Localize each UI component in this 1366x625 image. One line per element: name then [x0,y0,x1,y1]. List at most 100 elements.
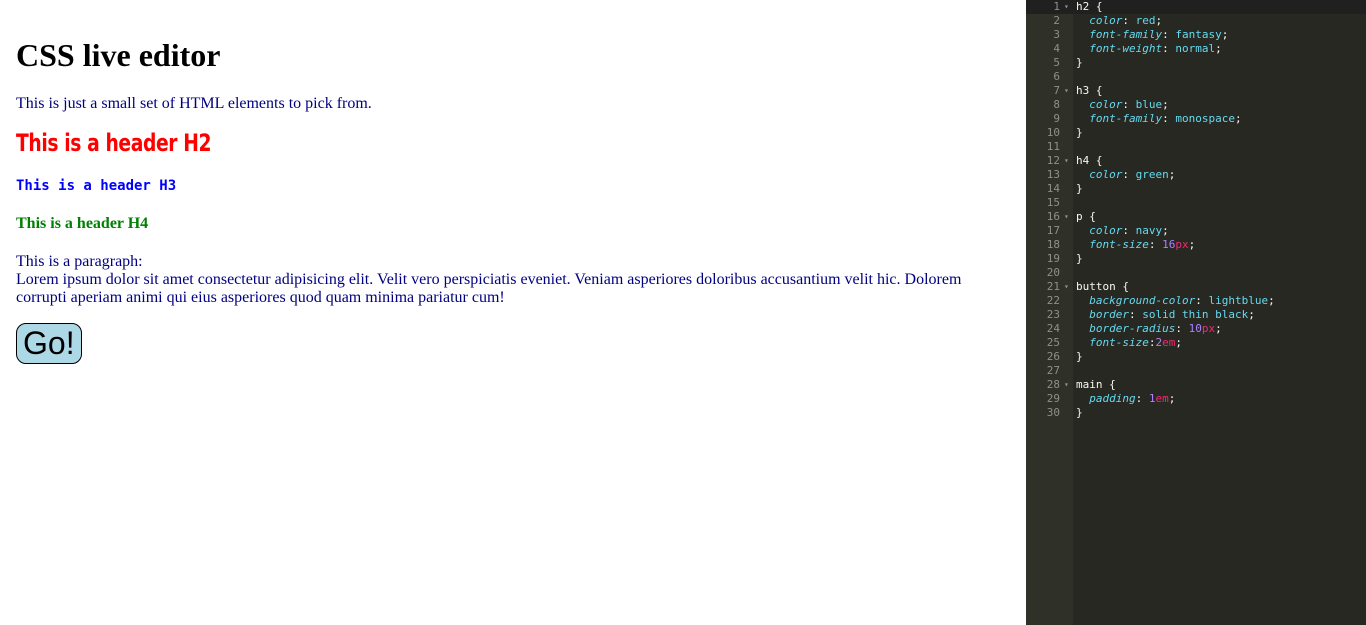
code-line[interactable]: 6 [1026,70,1366,84]
code-line[interactable]: 1 ▾ h2 { [1026,0,1366,14]
page-title: CSS live editor [16,37,221,73]
editor-lines[interactable]: 1 ▾ h2 {2 color: red; 3 font-family: fantas… [1026,0,1366,420]
code-text: font-size:2em; [1076,336,1182,350]
line-number: 29 [1046,392,1060,405]
code-line[interactable]: 9 font-family: monospace; [1026,112,1366,126]
code-token: ; [1215,42,1222,55]
preview-pane: CSS live editor This is just a small set… [0,0,1026,625]
code-text: p { [1076,210,1096,224]
code-token: h2 [1076,0,1096,13]
code-line[interactable]: 28 ▾ main { [1026,378,1366,392]
code-token: 16 [1162,238,1176,251]
code-line[interactable]: 30} [1026,406,1366,420]
code-line[interactable]: 29 padding: 1em; [1026,392,1366,406]
line-number: 6 [1053,70,1060,83]
code-line[interactable]: 11 [1026,140,1366,154]
code-text: } [1076,126,1083,140]
code-line[interactable]: 27 [1026,364,1366,378]
line-number: 8 [1053,98,1060,111]
code-line[interactable]: 21 ▾ button { [1026,280,1366,294]
code-token: green [1135,168,1169,181]
code-line[interactable]: 13 color: green; [1026,168,1366,182]
line-number: 4 [1053,42,1060,55]
line-number: 28 [1046,378,1060,391]
code-token: { [1095,154,1103,167]
line-number: 23 [1046,308,1060,321]
code-token: : [1122,14,1136,27]
line-number: 21 [1046,280,1060,293]
code-token: border-radius [1089,322,1176,335]
code-line[interactable]: 18 font-size: 16px; [1026,238,1366,252]
fold-arrow-icon[interactable]: ▾ [1064,378,1069,392]
code-line[interactable]: 12 ▾ h4 { [1026,154,1366,168]
code-line[interactable]: 17 color: navy; [1026,224,1366,238]
code-line[interactable]: 3 font-family: fantasy; [1026,28,1366,42]
code-line[interactable]: 24 border-radius: 10px; [1026,322,1366,336]
code-token: } [1076,182,1083,195]
fold-arrow-icon[interactable]: ▾ [1064,84,1069,98]
code-line[interactable]: 26} [1026,350,1366,364]
code-line[interactable]: 16 ▾ p { [1026,210,1366,224]
code-line[interactable]: 20 [1026,266,1366,280]
code-token: p [1076,210,1090,223]
code-line[interactable]: 14} [1026,182,1366,196]
code-token: : [1162,112,1176,125]
code-token: ; [1234,112,1242,125]
code-token: ; [1175,336,1182,349]
code-token: em [1155,392,1169,405]
code-line[interactable]: 10} [1026,126,1366,140]
code-token: monospace [1175,112,1235,125]
code-token: font-family [1089,28,1163,41]
code-token: navy [1135,224,1163,237]
fold-arrow-icon[interactable]: ▾ [1064,210,1069,224]
code-text: button { [1076,280,1129,294]
code-text: border: solid thin black; [1076,308,1255,322]
code-text: font-family: monospace; [1076,112,1242,126]
code-token: } [1076,126,1083,139]
code-token: solid thin black [1142,308,1249,321]
code-text: } [1076,56,1083,70]
code-line[interactable]: 25 font-size:2em; [1026,336,1366,350]
code-token: ; [1221,28,1229,41]
code-token: lightblue [1208,294,1269,307]
code-token: : [1162,28,1176,41]
fold-arrow-icon[interactable]: ▾ [1064,0,1069,14]
code-line[interactable]: 7 ▾ h3 { [1026,84,1366,98]
code-text: color: blue; [1076,98,1169,112]
line-number: 9 [1053,112,1060,125]
code-token: px [1175,238,1189,251]
css-code-editor[interactable]: 1 ▾ h2 {2 color: red; 3 font-family: fantas… [1026,0,1366,625]
code-line[interactable]: 15 [1026,196,1366,210]
code-token: font-weight [1089,42,1163,55]
code-token: ; [1188,238,1196,251]
code-token: ; [1155,14,1163,27]
code-token: em [1162,336,1176,349]
code-line[interactable]: 2 color: red; [1026,14,1366,28]
code-token: h4 [1076,154,1096,167]
line-number: 1 [1053,0,1060,13]
fold-arrow-icon[interactable]: ▾ [1064,154,1069,168]
code-line[interactable]: 5} [1026,56,1366,70]
go-button[interactable]: Go! [16,323,82,364]
code-token: font-size [1089,238,1149,251]
code-token: color [1089,168,1123,181]
code-text: h4 { [1076,154,1103,168]
code-line[interactable]: 4 font-weight: normal; [1026,42,1366,56]
code-token: background-color [1089,294,1196,307]
code-line[interactable]: 19} [1026,252,1366,266]
code-token: : [1162,42,1176,55]
line-number: 13 [1046,168,1060,181]
code-line[interactable]: 8 color: blue; [1026,98,1366,112]
code-line[interactable]: 22 background-color: lightblue; [1026,294,1366,308]
line-number: 22 [1046,294,1060,307]
code-line[interactable]: 23 border: solid thin black; [1026,308,1366,322]
code-token: color [1089,98,1123,111]
code-token: ; [1168,392,1176,405]
fold-arrow-icon[interactable]: ▾ [1064,280,1069,294]
paragraph-label: This is a paragraph: [16,253,143,270]
code-text: color: green; [1076,168,1175,182]
